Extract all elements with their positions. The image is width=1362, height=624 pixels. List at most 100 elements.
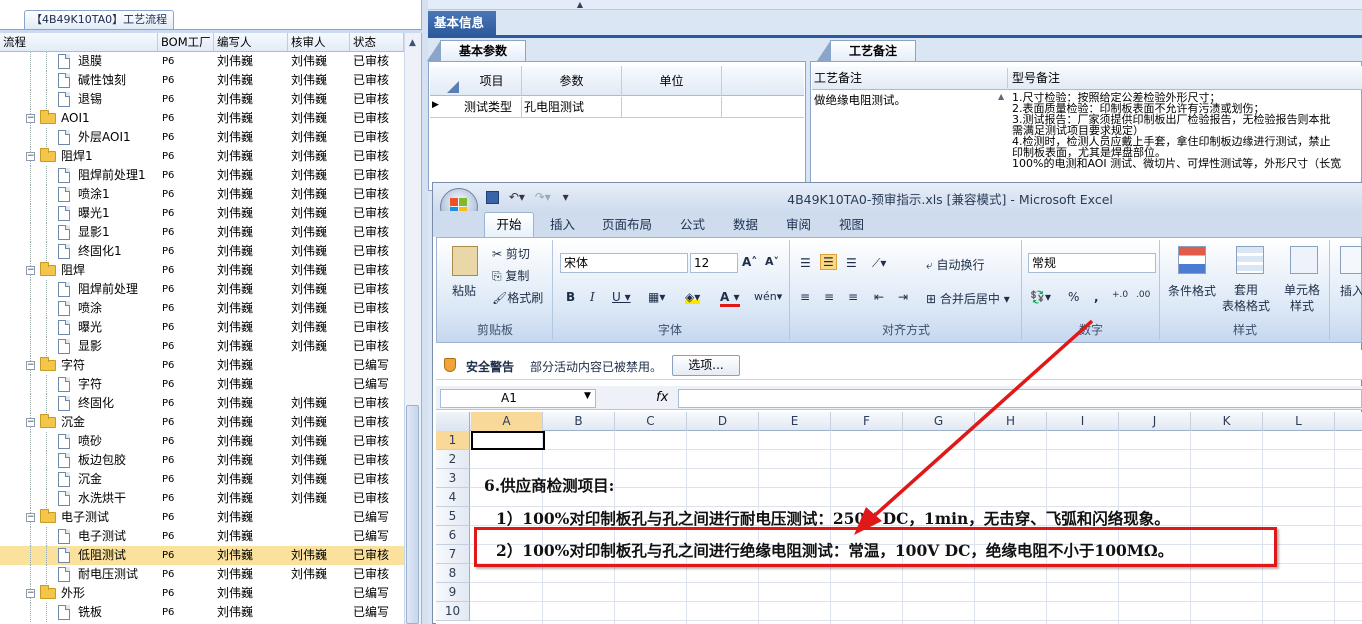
row-header[interactable]: 8 [436, 564, 470, 583]
tree-node[interactable]: 外层AOI1 [0, 128, 158, 147]
collapse-toggle-icon[interactable]: − [26, 513, 35, 522]
scroll-up-icon[interactable]: ▲ [406, 36, 419, 50]
tree-node[interactable]: 碱性蚀刻 [0, 71, 158, 90]
collapse-toggle-icon[interactable]: − [26, 361, 35, 370]
column-header[interactable]: A [471, 412, 543, 431]
tree-row[interactable]: − 沉金 P6 刘伟巍 刘伟巍 已审核 [0, 413, 404, 432]
align-center-icon[interactable]: ≡ [824, 290, 834, 304]
grow-font-icon[interactable]: A˄ [742, 255, 757, 269]
remark-col-model[interactable]: 型号备注 [1012, 68, 1212, 88]
copy-button[interactable]: ⎘ 复制 [492, 267, 529, 284]
ribbon-tab-review[interactable]: 审阅 [786, 213, 811, 237]
tree-row[interactable]: 电子测试 P6 刘伟巍 已编写 [0, 527, 404, 546]
collapse-icon[interactable]: ▲ [570, 0, 590, 9]
number-format-select[interactable]: 常规 [1028, 253, 1156, 273]
row-header[interactable]: 10 [436, 602, 470, 621]
row-header[interactable]: 2 [436, 450, 470, 469]
tree-node[interactable]: 板边包胶 [0, 451, 158, 470]
insert-cells-icon[interactable] [1340, 246, 1362, 274]
col-process[interactable]: 流程 [0, 33, 158, 51]
conditional-format-button[interactable]: 条件格式 [1168, 282, 1216, 299]
cell-a3-text[interactable]: 6.供应商检测项目: [484, 474, 614, 496]
tree-node[interactable]: 低阻测试 [0, 546, 158, 565]
align-middle-icon[interactable]: ☰ [820, 254, 837, 270]
column-header[interactable]: B [543, 412, 615, 431]
active-cell-a1[interactable] [471, 431, 545, 450]
undo-icon[interactable]: ↶▾ [509, 190, 525, 204]
process-remark-cell[interactable]: 做绝缘电阻测试。 [814, 92, 1004, 108]
tab-process-remark[interactable]: 工艺备注 [817, 40, 916, 61]
select-all-button[interactable] [436, 412, 470, 431]
param-value-cell[interactable]: 孔电阻测试 [522, 97, 622, 118]
tree-node[interactable]: − 字符 [0, 356, 158, 375]
save-icon[interactable] [486, 191, 499, 204]
collapse-toggle-icon[interactable]: − [26, 114, 35, 123]
decrease-decimal-icon[interactable]: .00 [1136, 290, 1150, 300]
font-name-select[interactable]: 宋体 [560, 253, 688, 273]
row-header[interactable]: 6 [436, 526, 470, 545]
column-header[interactable]: C [615, 412, 687, 431]
row-header[interactable]: 3 [436, 469, 470, 488]
tree-row[interactable]: 喷涂 P6 刘伟巍 刘伟巍 已审核 [0, 299, 404, 318]
param-col-item[interactable]: 项目 [462, 66, 522, 96]
tree-row[interactable]: − 阻焊1 P6 刘伟巍 刘伟巍 已审核 [0, 147, 404, 166]
tree-node[interactable]: − 阻焊 [0, 261, 158, 280]
tree-node[interactable]: 显影1 [0, 223, 158, 242]
options-button[interactable]: 选项... [672, 355, 740, 376]
underline-icon[interactable]: U ▾ [612, 290, 631, 304]
row-header[interactable]: 1 [436, 431, 470, 450]
align-right-icon[interactable]: ≡ [848, 290, 858, 304]
name-box-dropdown-icon[interactable]: ▼ [584, 391, 591, 401]
tree-node[interactable]: 曝光1 [0, 204, 158, 223]
tree-node[interactable]: 喷涂1 [0, 185, 158, 204]
tree-row[interactable]: 阻焊前处理1 P6 刘伟巍 刘伟巍 已审核 [0, 166, 404, 185]
collapse-toggle-icon[interactable]: − [26, 152, 35, 161]
currency-icon[interactable]: 💱▾ [1030, 290, 1051, 304]
tree-row[interactable]: − 字符 P6 刘伟巍 已编写 [0, 356, 404, 375]
col-writer[interactable]: 编写人 [214, 33, 288, 51]
tree-node[interactable]: 曝光 [0, 318, 158, 337]
tree-row[interactable]: − AOI1 P6 刘伟巍 刘伟巍 已审核 [0, 109, 404, 128]
tree-node[interactable]: − 外形 [0, 584, 158, 603]
tab-basic-params[interactable]: 基本参数 [427, 40, 526, 61]
fill-color-icon[interactable]: ◈▾ [685, 290, 701, 304]
tree-node[interactable]: − 电子测试 [0, 508, 158, 527]
percent-button[interactable]: % [1068, 290, 1079, 304]
tree-node[interactable]: − 阻焊1 [0, 147, 158, 166]
column-header[interactable]: J [1119, 412, 1191, 431]
increase-decimal-icon[interactable]: +.0 [1112, 290, 1128, 300]
tree-row[interactable]: − 外形 P6 刘伟巍 已编写 [0, 584, 404, 603]
paste-icon[interactable] [452, 246, 478, 276]
select-all-corner[interactable] [431, 67, 461, 95]
ribbon-tab-insert[interactable]: 插入 [550, 213, 575, 237]
column-header[interactable]: E [759, 412, 831, 431]
tab-basic-info[interactable]: 基本信息 [428, 11, 496, 35]
border-icon[interactable]: ▦▾ [648, 290, 665, 304]
collapse-toggle-icon[interactable]: − [26, 589, 35, 598]
tree-row[interactable]: − 电子测试 P6 刘伟巍 已编写 [0, 508, 404, 527]
increase-indent-icon[interactable]: ⇥ [898, 290, 908, 304]
tree-row[interactable]: − 阻焊 P6 刘伟巍 刘伟巍 已审核 [0, 261, 404, 280]
param-item-cell[interactable]: 测试类型 [462, 97, 522, 118]
tree-node[interactable]: 沉金 [0, 470, 158, 489]
tree-row[interactable]: 曝光1 P6 刘伟巍 刘伟巍 已审核 [0, 204, 404, 223]
collapse-toggle-icon[interactable]: − [26, 418, 35, 427]
font-color-icon[interactable]: A ▾ [720, 290, 740, 307]
row-header[interactable]: 4 [436, 488, 470, 507]
tree-node[interactable]: 字符 [0, 375, 158, 394]
col-bom[interactable]: BOM工厂 [158, 33, 214, 51]
tree-node[interactable]: − AOI1 [0, 109, 158, 128]
row-header[interactable]: 5 [436, 507, 470, 526]
remark-col-process[interactable]: 工艺备注 [814, 68, 1008, 88]
conditional-format-icon[interactable] [1178, 246, 1206, 274]
tree-node[interactable]: 阻焊前处理 [0, 280, 158, 299]
italic-icon[interactable]: I [590, 290, 595, 304]
merge-center-button[interactable]: ⊞ 合并后居中 ▾ [926, 290, 1010, 307]
tree-node[interactable]: 退锡 [0, 90, 158, 109]
param-unit-cell[interactable] [622, 97, 722, 118]
font-size-select[interactable]: 12 [690, 253, 738, 273]
tree-row[interactable]: 碱性蚀刻 P6 刘伟巍 刘伟巍 已审核 [0, 71, 404, 90]
ribbon-tab-formulas[interactable]: 公式 [680, 213, 705, 237]
tree-node[interactable]: 显影 [0, 337, 158, 356]
tree-row[interactable]: 终固化 P6 刘伟巍 刘伟巍 已审核 [0, 394, 404, 413]
